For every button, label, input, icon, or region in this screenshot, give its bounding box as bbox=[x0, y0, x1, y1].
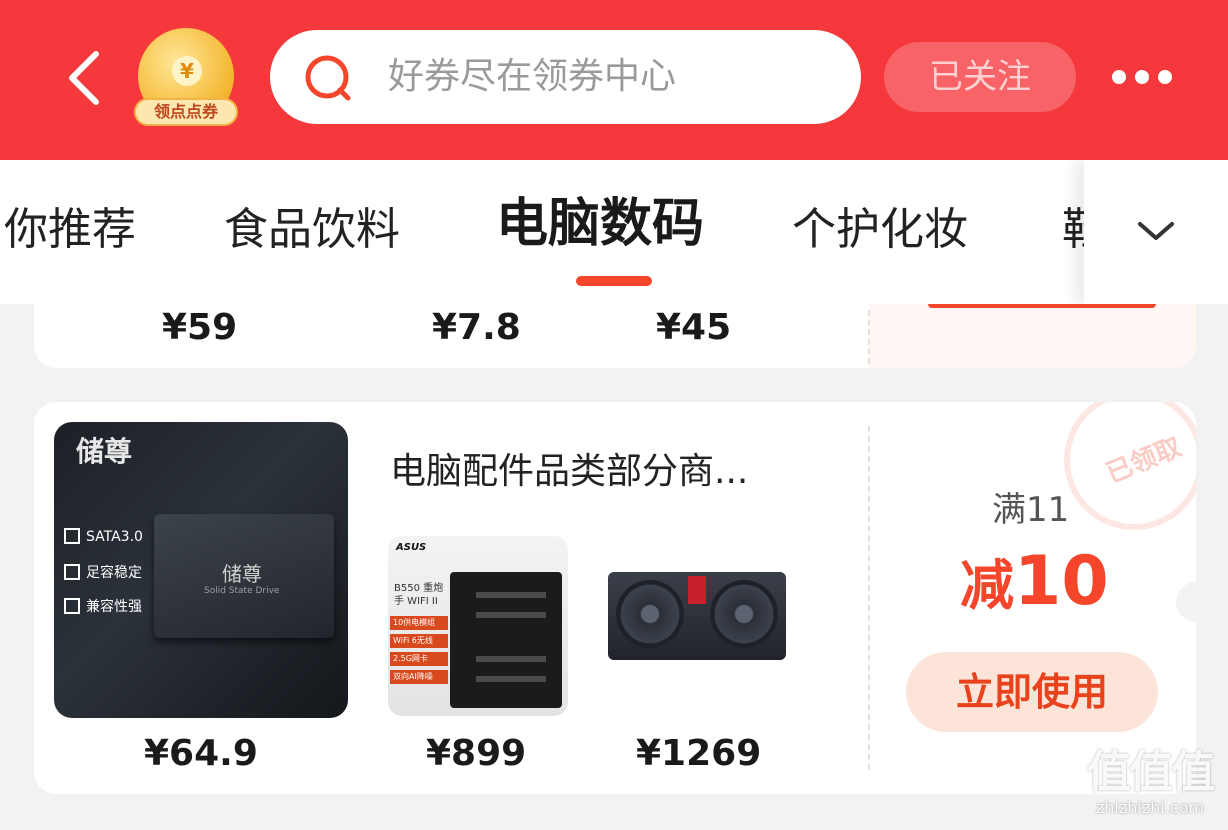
coupon-discount: 减10 bbox=[960, 542, 1109, 639]
tab-recommend[interactable]: 你推荐 bbox=[4, 200, 136, 260]
ssd-drive-illustration: 储尊 Solid State Drive bbox=[154, 514, 334, 638]
ssd-feature: 足容稳定 bbox=[64, 562, 142, 582]
product-price: ¥64.9 bbox=[144, 733, 258, 774]
product-price: ¥7.8 bbox=[432, 307, 521, 348]
gpu-accent bbox=[688, 576, 706, 604]
watermark-url: zhizhizhi.com bbox=[1095, 798, 1205, 817]
asus-logo: ASUS bbox=[396, 542, 427, 553]
ssd-feature: SATA3.0 bbox=[64, 528, 143, 545]
tabs-expand-button[interactable] bbox=[1084, 160, 1228, 304]
tab-computer-digital[interactable]: 电脑数码 bbox=[496, 194, 704, 254]
search-bar[interactable]: 好券尽在领券中心 bbox=[270, 30, 861, 124]
checkbox-icon bbox=[64, 528, 80, 544]
back-button[interactable] bbox=[62, 48, 110, 108]
card-divider bbox=[868, 426, 870, 770]
search-placeholder: 好券尽在领券中心 bbox=[388, 56, 677, 97]
active-tab-indicator bbox=[576, 276, 652, 286]
card-divider bbox=[868, 310, 870, 364]
product-price: ¥45 bbox=[656, 307, 732, 348]
motherboard-model: B550 重炮手 WIFI II bbox=[394, 583, 444, 607]
coupon-card[interactable]: 储尊 储尊 Solid State Drive SATA3.0 足容稳定 兼容性… bbox=[34, 402, 1196, 794]
ssd-feature: 兼容性强 bbox=[64, 596, 142, 616]
product-image-ssd[interactable]: 储尊 储尊 Solid State Drive SATA3.0 足容稳定 兼容性… bbox=[54, 422, 348, 718]
product-image-graphics-card[interactable] bbox=[608, 572, 786, 660]
discount-value: 10 bbox=[1014, 542, 1109, 621]
checkbox-icon bbox=[64, 564, 80, 580]
watermark: 值值值 zhizhizhi.com bbox=[1078, 748, 1222, 828]
chevron-down-icon bbox=[1138, 222, 1174, 240]
gpu-fan-icon bbox=[616, 580, 684, 648]
feature-tag: 10供电模组 bbox=[390, 616, 448, 630]
yen-symbol: ¥ bbox=[172, 56, 202, 86]
coupon-threshold: 满11 bbox=[992, 490, 1070, 530]
discount-prefix: 减 bbox=[960, 554, 1014, 617]
coupon-card-previous[interactable]: ¥59 ¥7.8 ¥45 bbox=[34, 304, 1196, 368]
watermark-logo: 值值值 bbox=[1087, 747, 1215, 798]
ssd-brand-logo: 储尊 bbox=[76, 435, 133, 468]
badge-label: 领点点券 bbox=[134, 98, 238, 126]
feature-tag: 2.5G网卡 bbox=[390, 652, 448, 666]
feature-tag: 双向AI降噪 bbox=[390, 670, 448, 684]
claimed-stamp-text: 已领取 bbox=[1102, 432, 1186, 490]
claimed-stamp: 已领取 bbox=[1064, 402, 1196, 530]
ticket-notch bbox=[1176, 582, 1196, 622]
top-header: ¥ 领点点券 好券尽在领券中心 已关注 bbox=[0, 0, 1228, 160]
feature-tag: WiFi 6无线 bbox=[390, 634, 448, 648]
motherboard-illustration bbox=[450, 572, 562, 708]
product-price: ¥59 bbox=[162, 307, 238, 348]
search-icon bbox=[305, 55, 351, 101]
tab-personal-care[interactable]: 个护化妆 bbox=[792, 200, 968, 260]
use-now-button[interactable]: 立即使用 bbox=[906, 652, 1158, 732]
coupon-side-panel bbox=[870, 304, 1196, 368]
follow-button[interactable]: 已关注 bbox=[884, 42, 1076, 112]
ssd-drive-name: 储尊 bbox=[222, 562, 262, 586]
coupon-title: 电脑配件品类部分商... bbox=[390, 451, 749, 492]
use-button-edge[interactable] bbox=[928, 304, 1156, 308]
chevron-left-icon bbox=[69, 51, 99, 105]
coupon-center-badge[interactable]: ¥ 领点点券 bbox=[134, 28, 238, 128]
ssd-drive-subtitle: Solid State Drive bbox=[204, 586, 280, 596]
checkbox-icon bbox=[64, 598, 80, 614]
product-image-motherboard[interactable]: ASUS B550 重炮手 WIFI II 10供电模组 WiFi 6无线 2.… bbox=[388, 536, 568, 716]
gpu-fan-icon bbox=[710, 580, 778, 648]
product-price: ¥1269 bbox=[636, 733, 762, 774]
tab-food-drinks[interactable]: 食品饮料 bbox=[224, 200, 400, 260]
product-price: ¥899 bbox=[426, 733, 527, 774]
category-tabs: 你推荐 食品饮料 电脑数码 个护化妆 鞋 bbox=[0, 160, 1228, 304]
more-menu-button[interactable] bbox=[1110, 64, 1174, 92]
